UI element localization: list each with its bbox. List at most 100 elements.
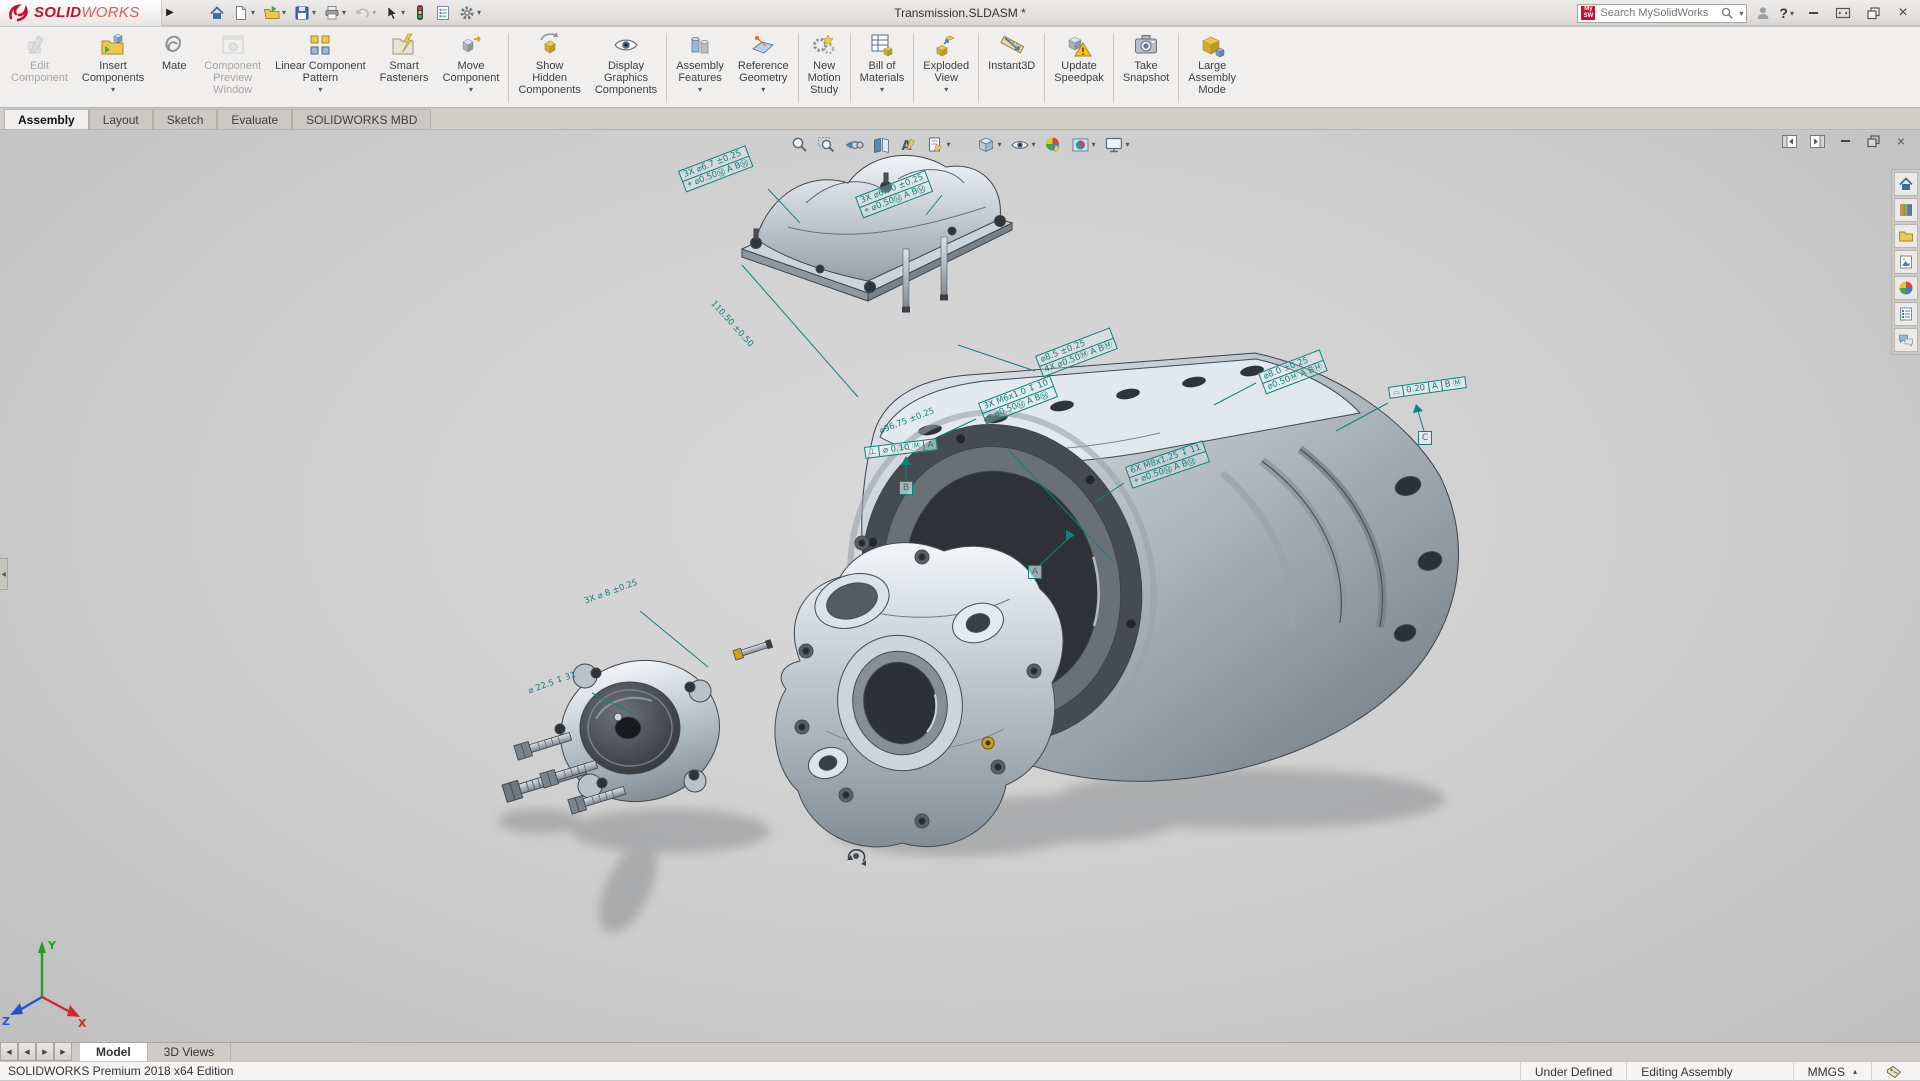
dropdown-caret-icon[interactable]: ▾ bbox=[761, 86, 765, 94]
ribbon-display-graphics-components[interactable]: Display Graphics Components bbox=[588, 29, 664, 107]
ribbon-edit-component[interactable]: Edit Component bbox=[4, 29, 75, 107]
next-tab-button[interactable]: ▶ bbox=[36, 1043, 54, 1061]
ribbon-large-assembly-mode[interactable]: Large Assembly Mode bbox=[1181, 29, 1243, 107]
feature-tree-splitter-tab[interactable]: ◀ bbox=[0, 558, 8, 590]
help-caret-icon[interactable]: ▾ bbox=[1790, 9, 1794, 18]
ribbon-new-motion-study[interactable]: New Motion Study bbox=[801, 29, 848, 107]
dropdown-caret-icon[interactable]: ▾ bbox=[111, 86, 115, 94]
ribbon-mate[interactable]: Mate bbox=[151, 29, 197, 107]
tab-sketch[interactable]: Sketch bbox=[153, 109, 218, 129]
tab-solidworks-mbd[interactable]: SOLIDWORKS MBD bbox=[292, 109, 431, 129]
ribbon-instant3d[interactable]: Instant3D bbox=[981, 29, 1042, 107]
edit-appearance-button[interactable] bbox=[1043, 135, 1065, 155]
hide-show-items-button[interactable]: ▾ bbox=[1008, 135, 1037, 155]
user-account-icon[interactable] bbox=[1755, 5, 1771, 21]
ribbon-component-preview-window[interactable]: Component Preview Window bbox=[197, 29, 268, 107]
search-options-caret-icon[interactable]: ▾ bbox=[1739, 9, 1743, 18]
dropdown-caret-icon[interactable]: ▾ bbox=[312, 8, 316, 17]
search-input[interactable] bbox=[1598, 6, 1717, 20]
task-pane-appearances-button[interactable] bbox=[1894, 276, 1918, 300]
zoom-to-area-button[interactable] bbox=[815, 135, 837, 155]
tab-layout[interactable]: Layout bbox=[89, 109, 153, 129]
units-selector[interactable]: MMGS ▴ bbox=[1793, 1062, 1871, 1081]
fullscreen-button[interactable] bbox=[1832, 3, 1854, 23]
ribbon-exploded-view[interactable]: Exploded View ▾ bbox=[916, 29, 976, 107]
dropdown-caret-icon[interactable]: ▾ bbox=[469, 86, 473, 94]
previous-tab-button[interactable]: ◀ bbox=[18, 1043, 36, 1061]
ribbon-show-hidden-components[interactable]: Show Hidden Components bbox=[511, 29, 587, 107]
dropdown-caret-icon[interactable]: ▾ bbox=[1092, 140, 1096, 149]
dropdown-caret-icon[interactable]: ▾ bbox=[880, 86, 884, 94]
document-restore-button[interactable] bbox=[1864, 133, 1882, 149]
graphics-viewport[interactable]: Y X Z bbox=[0, 131, 1920, 1042]
bill-of-materials-icon bbox=[869, 32, 895, 58]
dropdown-caret-icon[interactable]: ▾ bbox=[1031, 140, 1035, 149]
ribbon-reference-geometry[interactable]: Reference Geometry ▾ bbox=[731, 29, 796, 107]
collapse-pane-left-button[interactable] bbox=[1780, 133, 1798, 149]
dropdown-caret-icon[interactable]: ▾ bbox=[944, 86, 948, 94]
ribbon-smart-fasteners[interactable]: Smart Fasteners bbox=[373, 29, 436, 107]
ribbon-update-speedpak[interactable]: Update Speedpak bbox=[1047, 29, 1111, 107]
select-button[interactable]: ▾ bbox=[381, 2, 408, 24]
task-pane-file-explorer-button[interactable] bbox=[1894, 224, 1918, 248]
task-pane-view-palette-button[interactable] bbox=[1894, 250, 1918, 274]
dropdown-caret-icon[interactable]: ▾ bbox=[477, 8, 481, 17]
document-minimize-button[interactable] bbox=[1836, 133, 1854, 149]
apply-scene-button[interactable]: ▾ bbox=[1070, 135, 1098, 155]
dropdown-caret-icon[interactable]: ▾ bbox=[698, 86, 702, 94]
new-document-button[interactable]: ▾ bbox=[230, 2, 258, 24]
annotation-visibility-button[interactable]: ▾ bbox=[924, 135, 952, 155]
dropdown-caret-icon[interactable]: ▾ bbox=[997, 140, 1001, 149]
document-close-button[interactable]: × bbox=[1892, 133, 1910, 149]
task-pane-custom-properties-button[interactable] bbox=[1894, 302, 1918, 326]
dropdown-caret-icon[interactable]: ▾ bbox=[946, 140, 950, 149]
dropdown-caret-icon[interactable]: ▾ bbox=[1126, 140, 1130, 149]
zoom-to-fit-button[interactable] bbox=[788, 135, 810, 155]
last-tab-button[interactable]: ▶ bbox=[54, 1043, 72, 1061]
ribbon-linear-component-pattern[interactable]: Linear Component Pattern ▾ bbox=[268, 29, 373, 107]
collapse-pane-right-button[interactable] bbox=[1808, 133, 1826, 149]
search-icon[interactable] bbox=[1720, 6, 1734, 20]
ribbon-bill-of-materials[interactable]: Bill of Materials ▾ bbox=[853, 29, 912, 107]
tab-assembly[interactable]: Assembly bbox=[4, 109, 89, 129]
first-tab-button[interactable]: ◀ bbox=[0, 1043, 18, 1061]
tags-button[interactable] bbox=[1871, 1062, 1916, 1081]
options-button[interactable]: ▾ bbox=[456, 2, 484, 24]
ribbon-assembly-features[interactable]: Assembly Features ▾ bbox=[669, 29, 731, 107]
section-view-button[interactable] bbox=[870, 135, 892, 155]
dropdown-caret-icon[interactable]: ▾ bbox=[372, 8, 376, 17]
3d-views-tab[interactable]: 3D Views bbox=[148, 1043, 231, 1061]
task-pane-forum-button[interactable] bbox=[1894, 328, 1918, 352]
rebuild-button[interactable] bbox=[410, 2, 430, 24]
view-settings-button[interactable]: ▾ bbox=[1103, 135, 1132, 155]
dropdown-caret-icon[interactable]: ▾ bbox=[401, 8, 405, 17]
print-button[interactable]: ▾ bbox=[321, 2, 349, 24]
dynamic-annotation-views-button[interactable]: A bbox=[897, 135, 919, 155]
dropdown-caret-icon[interactable]: ▾ bbox=[282, 8, 286, 17]
dropdown-caret-icon[interactable]: ▾ bbox=[251, 8, 255, 17]
undo-button[interactable]: ▾ bbox=[351, 2, 379, 24]
previous-view-button[interactable] bbox=[842, 135, 865, 155]
home-button[interactable] bbox=[206, 2, 228, 24]
task-pane bbox=[1891, 169, 1920, 355]
view-orientation-button[interactable]: ▾ bbox=[974, 134, 1003, 155]
minimize-button[interactable] bbox=[1802, 3, 1824, 23]
file-properties-button[interactable] bbox=[432, 2, 454, 24]
ribbon-take-snapshot[interactable]: Take Snapshot bbox=[1116, 29, 1176, 107]
ribbon-move-component[interactable]: Move Component ▾ bbox=[436, 29, 507, 107]
open-button[interactable]: ▾ bbox=[260, 2, 289, 24]
ribbon-insert-components[interactable]: Insert Components ▾ bbox=[75, 29, 151, 107]
save-button[interactable]: ▾ bbox=[291, 2, 319, 24]
top-cover-part[interactable] bbox=[742, 155, 1012, 312]
dropdown-caret-icon[interactable]: ▾ bbox=[342, 8, 346, 17]
mysolidworks-icon: MySW bbox=[1581, 6, 1595, 20]
help-button[interactable]: ? ▾ bbox=[1779, 5, 1794, 21]
task-pane-home-button[interactable] bbox=[1894, 172, 1918, 196]
menu-flyout-arrow-icon[interactable]: ▶ bbox=[162, 2, 178, 24]
model-tab[interactable]: Model bbox=[80, 1043, 148, 1061]
task-pane-design-library-button[interactable] bbox=[1894, 198, 1918, 222]
tab-evaluate[interactable]: Evaluate bbox=[217, 109, 292, 129]
dropdown-caret-icon[interactable]: ▾ bbox=[318, 86, 322, 94]
close-button[interactable]: × bbox=[1892, 3, 1914, 23]
restore-button[interactable] bbox=[1862, 3, 1884, 23]
